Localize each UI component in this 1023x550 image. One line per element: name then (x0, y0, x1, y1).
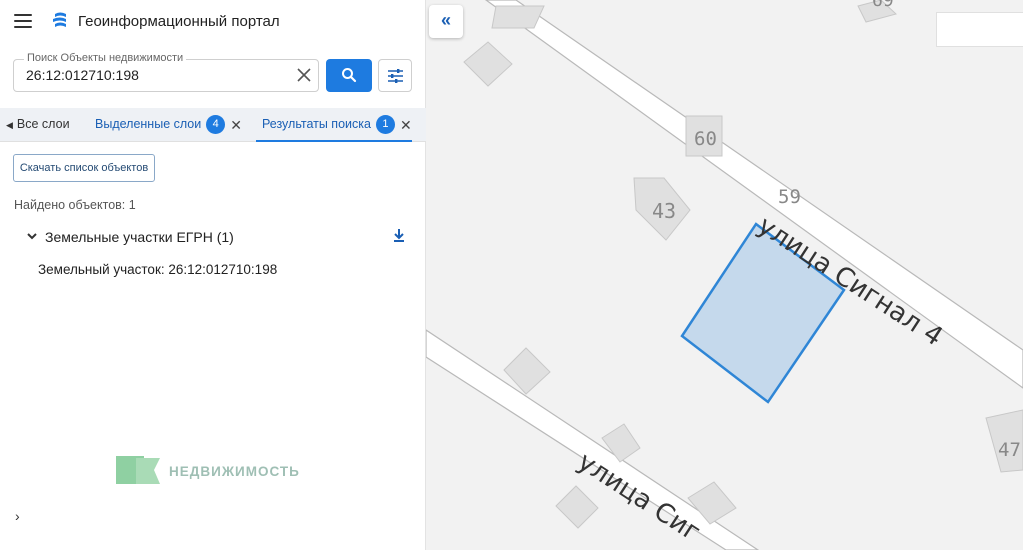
search-legend: Поиск Объекты недвижимости (24, 52, 187, 64)
results-count-badge: 1 (375, 115, 395, 135)
chevron-left-icon: ◀ (6, 120, 13, 130)
result-group-row[interactable]: Земельные участки ЕГРН (1) (26, 228, 406, 248)
tab-all-layers-label: Все слои (16, 117, 70, 131)
search-input[interactable] (26, 67, 296, 83)
selected-count-badge: 4 (206, 115, 226, 135)
house-number-69: 69 (872, 0, 894, 11)
found-count: Найдено объектов: 1 (14, 198, 136, 212)
brand-block: НЕДВИЖИМОСТЬ (116, 454, 316, 488)
app-title: Геоинформационный портал (78, 13, 280, 30)
menu-icon[interactable] (14, 14, 32, 28)
result-item[interactable]: Земельный участок: 26:12:012710:198 (38, 262, 277, 277)
portal-logo-icon (53, 12, 66, 27)
map-canvas[interactable]: 69 60 59 43 47 улица Сигнал 4 улица Сиг (426, 0, 1023, 550)
map-layer[interactable]: 69 60 59 43 47 улица Сигнал 4 улица Сиг (426, 0, 1023, 550)
tab-results-label: Результаты поиска (262, 117, 371, 131)
sliders-icon (388, 69, 403, 83)
tab-search-results[interactable]: Результаты поиска 1 ✕ (256, 108, 412, 142)
map-control-box[interactable] (936, 12, 1023, 47)
sidebar-panel: Геоинформационный портал Поиск Объекты н… (0, 0, 426, 550)
result-group-label: Земельные участки ЕГРН (1) (45, 229, 234, 245)
app-header: Геоинформационный портал (0, 0, 426, 44)
search-field[interactable]: Поиск Объекты недвижимости (13, 52, 319, 92)
close-icon[interactable]: ✕ (230, 109, 242, 141)
house-number-60: 60 (694, 128, 717, 150)
download-list-button[interactable]: Скачать список объектов (13, 154, 155, 182)
clear-icon[interactable] (296, 67, 312, 83)
house-number-59: 59 (778, 186, 801, 208)
close-icon[interactable]: ✕ (400, 109, 412, 141)
brand-logo-icon (116, 456, 160, 484)
brand-name: НЕДВИЖИМОСТЬ (169, 464, 300, 479)
download-icon[interactable] (392, 228, 406, 244)
street-label-lower: улица Сиг (572, 447, 705, 548)
collapse-panel-button[interactable]: « (429, 5, 463, 38)
tab-selected-layers[interactable]: Выделенные слои 4 ✕ (95, 108, 242, 142)
tab-selected-label: Выделенные слои (95, 117, 202, 131)
house-number-43: 43 (652, 199, 676, 223)
tab-all-layers[interactable]: ◀ Все слои (6, 108, 70, 142)
chevron-down-icon[interactable] (26, 231, 38, 241)
chevron-right-icon[interactable]: › (15, 508, 20, 524)
filter-button[interactable] (378, 59, 412, 92)
search-icon (342, 68, 357, 83)
house-number-47: 47 (998, 439, 1021, 461)
layer-tabs: ◀ Все слои Выделенные слои 4 ✕ Результаты п… (0, 108, 426, 142)
search-button[interactable] (326, 59, 372, 92)
